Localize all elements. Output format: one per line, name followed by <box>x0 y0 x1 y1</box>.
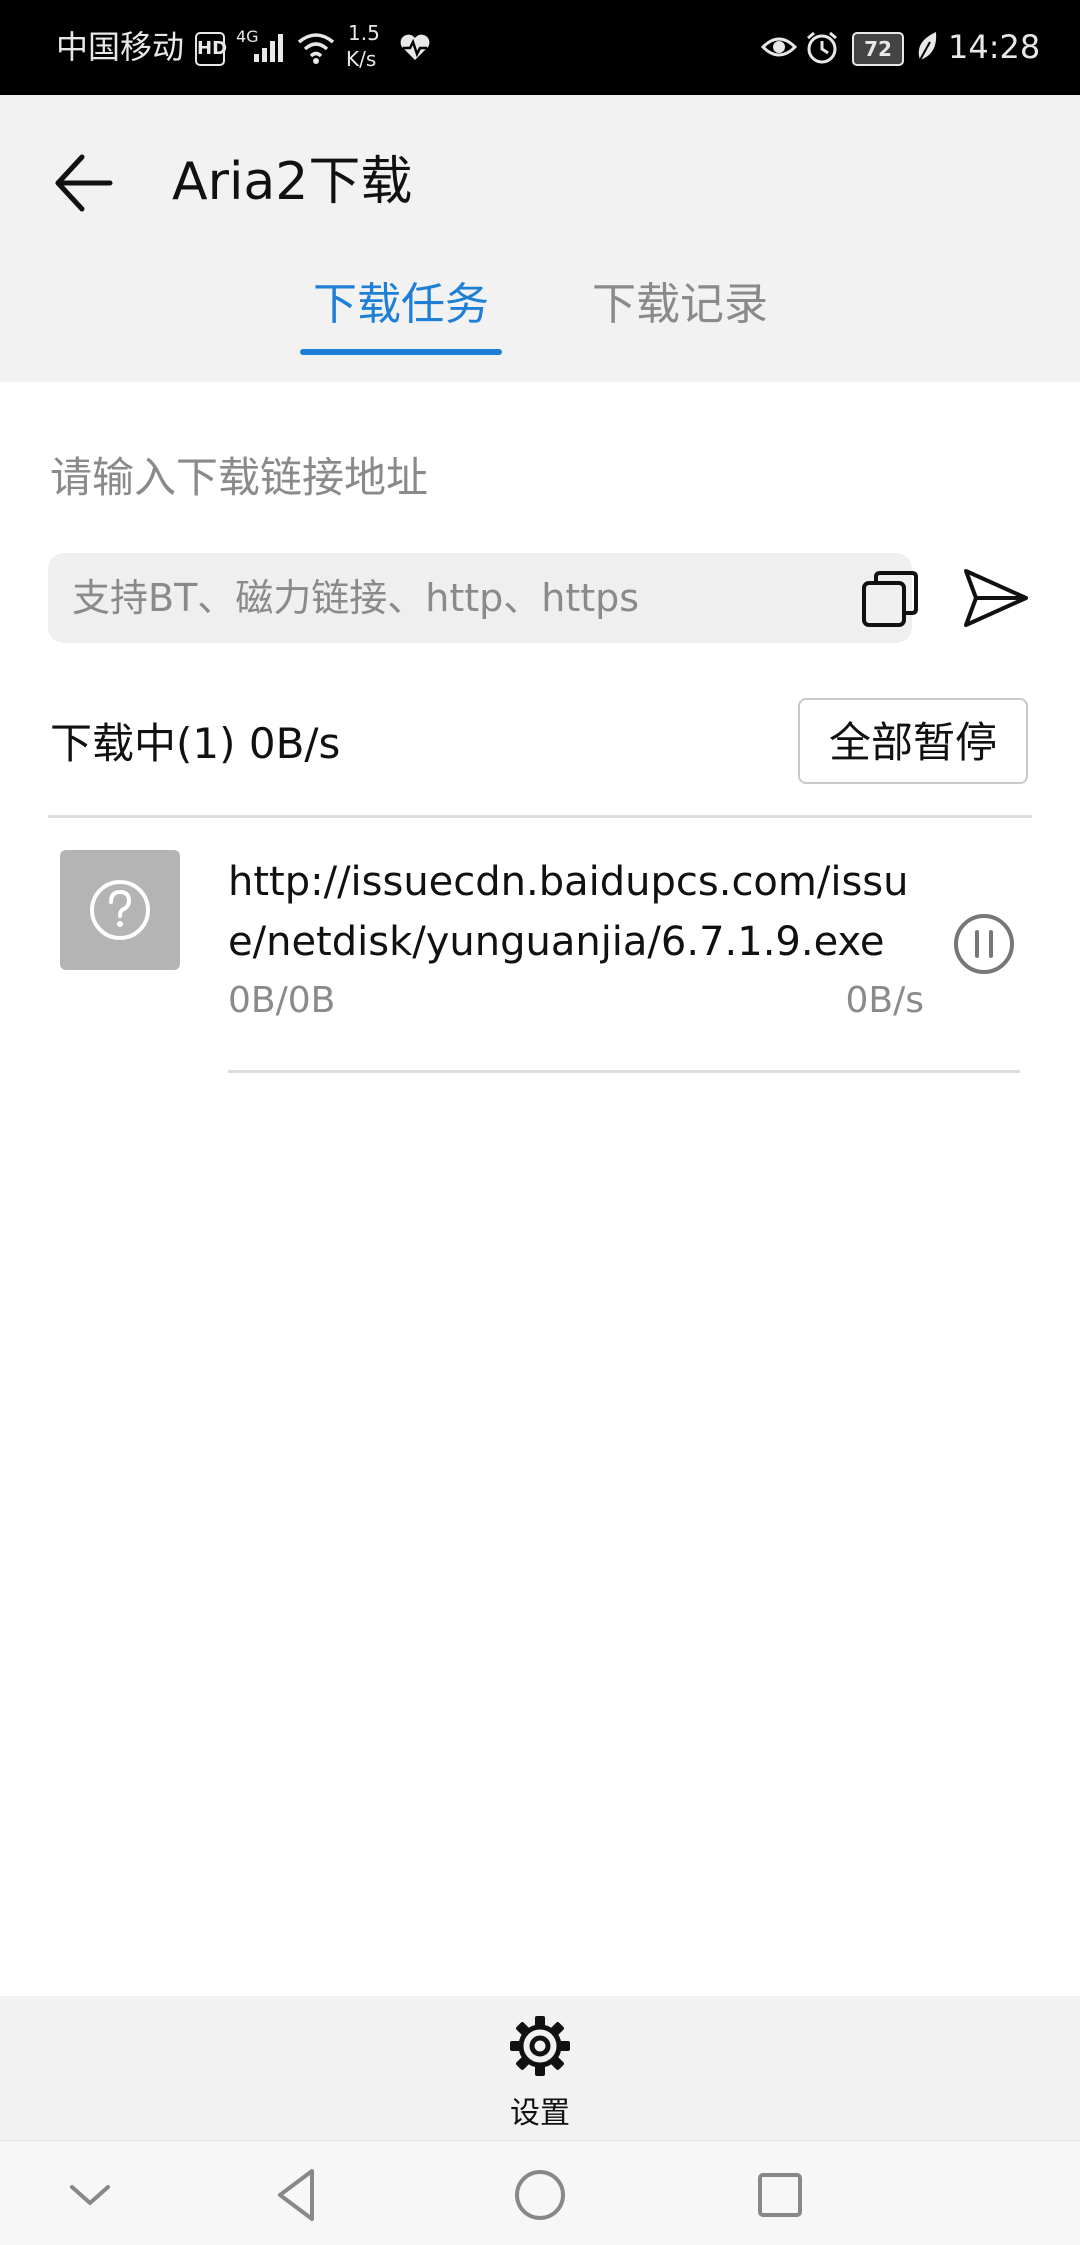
download-item-name[interactable]: http://issuecdn.baidupcs.com/issue/netdi… <box>228 852 928 972</box>
pause-circle-icon <box>954 914 1014 974</box>
hd-badge: HD <box>195 32 227 66</box>
nav-back-button[interactable] <box>266 2163 330 2227</box>
tab-download-tasks[interactable]: 下载任务 <box>300 265 502 345</box>
circle-home-icon <box>515 2170 565 2220</box>
network-speed-unit: K/s <box>346 47 377 71</box>
unknown-file-icon <box>90 880 150 940</box>
back-button[interactable] <box>46 133 146 233</box>
nav-home-button[interactable] <box>508 2163 572 2227</box>
app-bar: Aria2下载 下载任务 下载记录 <box>0 95 1080 382</box>
pause-item-button[interactable] <box>952 912 1016 976</box>
heart-rate-icon <box>400 34 430 60</box>
url-input-label: 请输入下载链接地址 <box>50 453 429 502</box>
settings-label: 设置 <box>510 2096 570 2131</box>
paste-button[interactable] <box>860 569 920 629</box>
status-bar: 中国移动 HD 4G 1.5 K/s 72 14:28 <box>0 0 1080 95</box>
carrier-name: 中国移动 <box>56 28 185 66</box>
power-saving-leaf-icon <box>918 32 937 61</box>
page-title: Aria2下载 <box>172 152 413 212</box>
bottom-bar: 设置 <box>0 1996 1080 2140</box>
nav-recents-button[interactable] <box>748 2163 812 2227</box>
alarm-icon <box>807 31 837 64</box>
triangle-back-icon <box>278 2169 314 2221</box>
file-type-thumbnail <box>60 850 180 970</box>
arrow-left-icon <box>55 154 113 212</box>
chevron-down-icon <box>70 2185 110 2205</box>
download-item-size: 0B/0B <box>228 980 336 1021</box>
send-button[interactable] <box>960 565 1032 631</box>
eye-comfort-icon <box>760 37 798 57</box>
download-item-speed: 0B/s <box>845 980 925 1021</box>
url-input-box <box>48 553 918 643</box>
gear-icon <box>510 2016 570 2076</box>
signal-icon <box>254 34 283 62</box>
settings-button[interactable]: 设置 <box>480 2006 600 2136</box>
nav-hide-button[interactable] <box>58 2163 122 2227</box>
system-navigation-bar <box>0 2140 1080 2245</box>
send-icon <box>964 569 1028 627</box>
divider <box>228 1070 1020 1073</box>
tab-download-history[interactable]: 下载记录 <box>580 265 780 345</box>
divider <box>48 815 1032 818</box>
pause-all-button[interactable]: 全部暂停 <box>798 698 1028 784</box>
square-recents-icon <box>758 2173 802 2217</box>
url-input[interactable] <box>72 553 832 643</box>
battery-level: 72 <box>852 32 904 66</box>
downloading-status: 下载中(1) 0B/s <box>50 719 341 768</box>
wifi-icon <box>297 33 335 64</box>
copy-paste-icon <box>862 571 918 627</box>
clock-time: 14:28 <box>948 28 1041 66</box>
network-speed-value: 1.5 <box>348 21 380 45</box>
active-tab-indicator <box>300 349 502 355</box>
